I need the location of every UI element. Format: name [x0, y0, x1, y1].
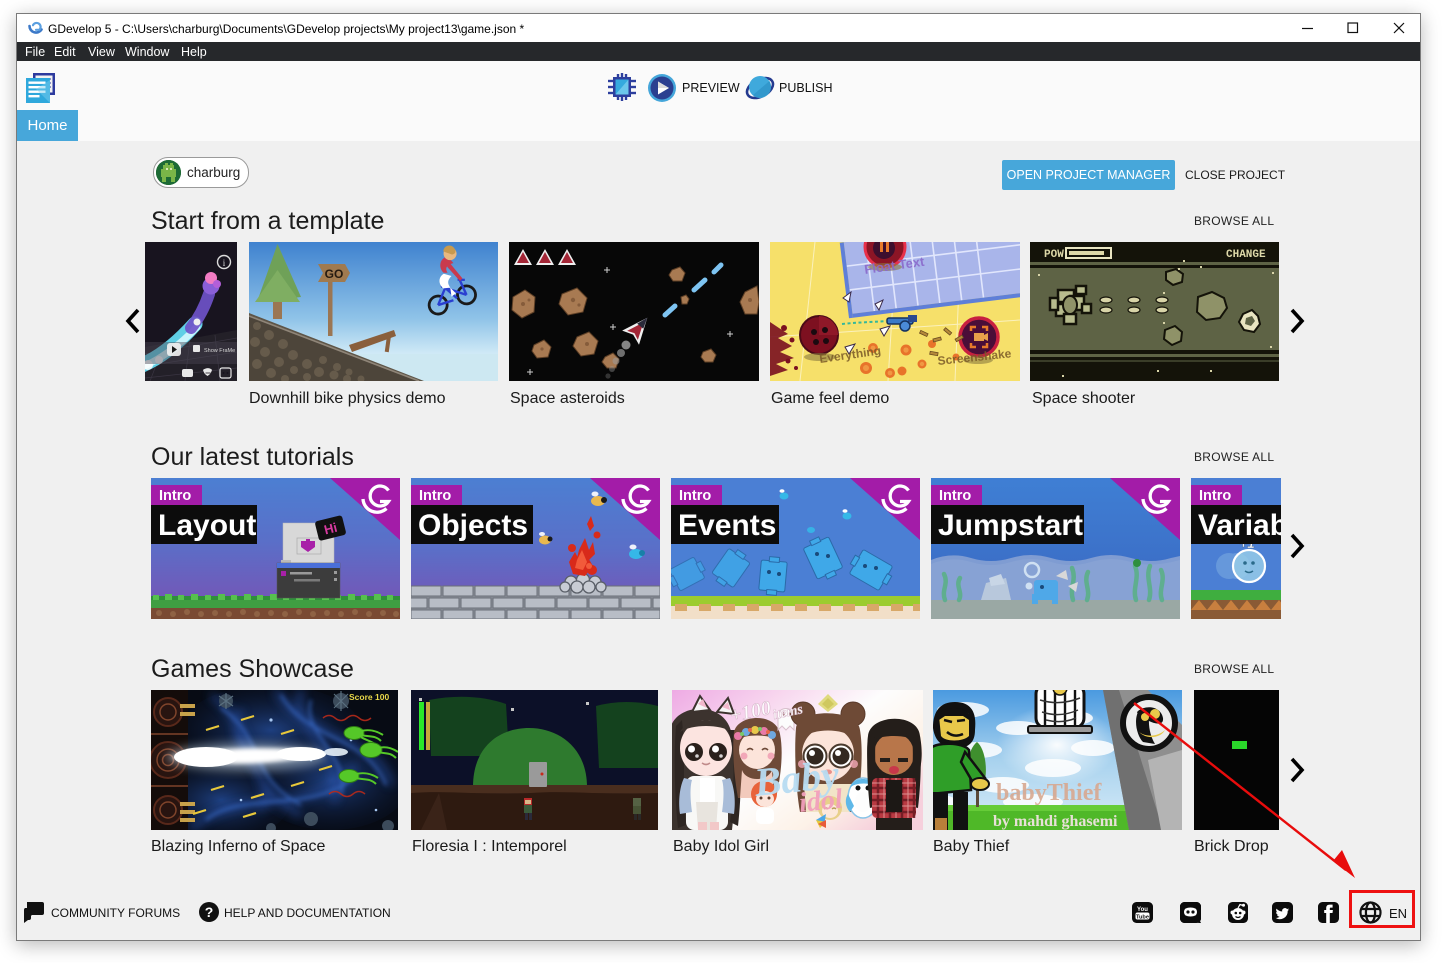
- svg-text:Intro: Intro: [1199, 488, 1231, 504]
- svg-text:Objects: Objects: [418, 509, 528, 542]
- svg-text:GO: GO: [325, 267, 344, 281]
- svg-text:Intro: Intro: [679, 488, 711, 504]
- svg-text:Show FraMe: Show FraMe: [204, 348, 235, 354]
- svg-text:Variables: Variables: [1198, 509, 1281, 542]
- svg-text:by mahdi ghasemi: by mahdi ghasemi: [993, 813, 1118, 830]
- svg-text:CHANGE: CHANGE: [1226, 249, 1266, 261]
- svg-text:idol: idol: [797, 784, 844, 819]
- svg-text:?: ?: [205, 904, 214, 920]
- svg-text:You: You: [1137, 907, 1148, 913]
- svg-text:Intro: Intro: [419, 488, 451, 504]
- svg-text:POW: POW: [1044, 249, 1064, 261]
- svg-text:Intro: Intro: [939, 488, 971, 504]
- svg-text:babyThief: babyThief: [996, 780, 1102, 806]
- svg-text:Intro: Intro: [159, 488, 191, 504]
- svg-text:Tube: Tube: [1136, 914, 1149, 920]
- svg-text:Jumpstart: Jumpstart: [938, 509, 1083, 542]
- svg-text:Events: Events: [678, 509, 776, 542]
- svg-text:Score 100: Score 100: [349, 692, 389, 702]
- svg-text:Layout: Layout: [158, 509, 256, 542]
